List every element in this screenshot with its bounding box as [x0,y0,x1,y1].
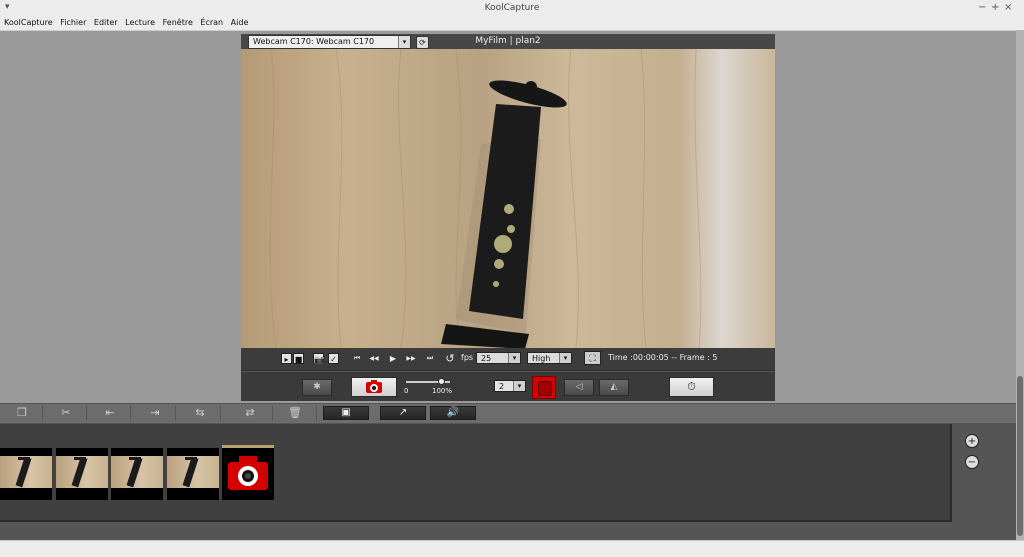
film-title: MyFilm | plan2 [475,36,541,46]
toolbar-divider [175,406,176,420]
capture-button[interactable] [351,377,397,397]
toolbar-divider [272,406,273,420]
timeline-frame[interactable] [0,448,52,500]
quality-select[interactable]: High ▾ [527,352,572,364]
record-icon [538,381,552,396]
fps-label: fps [461,353,474,362]
status-bar [0,540,1024,557]
menu-koolcapture[interactable]: KoolCapture [4,18,53,27]
webcam-image [241,49,775,348]
rewind-button[interactable]: ◀◀ [366,352,382,365]
swap-icon[interactable]: ⇄ [238,405,262,421]
title-bar: ▾ KoolCapture − + × [0,0,1024,18]
onion-frames-value: 2 [499,382,505,391]
onion-skin-checkbox[interactable]: ✓ [328,353,339,364]
play-button[interactable]: ▶ [385,352,401,365]
timelapse-button[interactable]: ⏱ [669,377,714,397]
stop-small-button[interactable]: ■ [293,353,304,364]
flip-vertical-button[interactable]: ◭ [599,379,629,396]
chevron-down-icon: ▾ [508,353,520,363]
play-small-button[interactable]: ▸ [281,353,292,364]
menu-aide[interactable]: Aide [231,18,249,27]
flip-horizontal-button[interactable]: ◁ [564,379,594,396]
menu-bar: KoolCapture Fichier Editer Lecture Fenêt… [0,17,1024,31]
onion-frames-select[interactable]: 2 ▾ [494,380,526,392]
chevron-down-icon: ▾ [559,353,571,363]
loop-button[interactable]: ↺ [442,352,458,365]
camera-icon [366,380,382,393]
quality-select-value: High [532,354,551,363]
timeline-frame[interactable] [111,448,163,500]
time-frame-info: Time :00:00:05 -- Frame : 5 [608,353,718,362]
window-title: KoolCapture [484,3,540,13]
camera-icon [228,456,268,490]
trash-icon[interactable]: 🗑 [283,405,307,421]
minimize-icon[interactable]: − [978,2,986,13]
frame-thumbnail-hat [185,457,197,460]
menu-fenetre[interactable]: Fenêtre [163,18,193,27]
zoom-out-button[interactable]: − [965,455,979,469]
sound-button[interactable]: 🔊 [430,406,476,420]
cut-icon[interactable]: ✂ [54,405,78,421]
maximize-icon[interactable]: + [991,2,999,13]
toolbar-divider [316,406,317,420]
zoom-in-button[interactable]: + [965,434,979,448]
light-button[interactable]: ✱ [302,379,332,396]
frame-thumbnail-hat [74,457,86,460]
fullscreen-button[interactable]: ⛶ [584,351,601,365]
forward-button[interactable]: ▶▶ [403,352,419,365]
menu-editer[interactable]: Editer [94,18,118,27]
close-icon[interactable]: × [1004,2,1012,13]
timeline-frame[interactable] [167,448,219,500]
replace-icon[interactable]: ⇆ [188,405,212,421]
toolbar-divider [42,406,43,420]
fps-select-value: 25 [481,354,492,363]
export-button[interactable]: ↗ [380,406,426,420]
onion-skin-toggle[interactable]: 📷 [313,353,324,364]
first-frame-button[interactable]: ⏮ [349,352,365,365]
chevron-down-icon: ▾ [513,381,525,391]
last-frame-button[interactable]: ⏭ [422,352,438,365]
menu-ecran[interactable]: Écran [200,18,223,27]
insert-before-icon[interactable]: ⇤ [98,405,122,421]
live-video-feed [241,49,775,348]
frame-thumbnail-hat [18,457,30,460]
menu-lecture[interactable]: Lecture [125,18,155,27]
frame-thumbnail-hat [129,457,141,460]
fps-select[interactable]: 25 ▾ [476,352,521,364]
timeline-frame[interactable] [56,448,108,500]
insert-after-icon[interactable]: ⇥ [143,405,167,421]
toolbar-divider [86,406,87,420]
slider-min-label: 0 [404,387,409,395]
menu-fichier[interactable]: Fichier [60,18,86,27]
live-capture-frame[interactable] [222,448,274,500]
duplicate-icon[interactable]: ❐ [10,405,34,421]
record-button[interactable] [532,376,556,399]
slider-max-label: 100% [432,387,453,395]
images-button[interactable]: ▣ [323,406,369,420]
toolbar-divider [130,406,131,420]
toolbar-divider [220,406,221,420]
scrollbar-thumb[interactable] [1017,376,1023,536]
